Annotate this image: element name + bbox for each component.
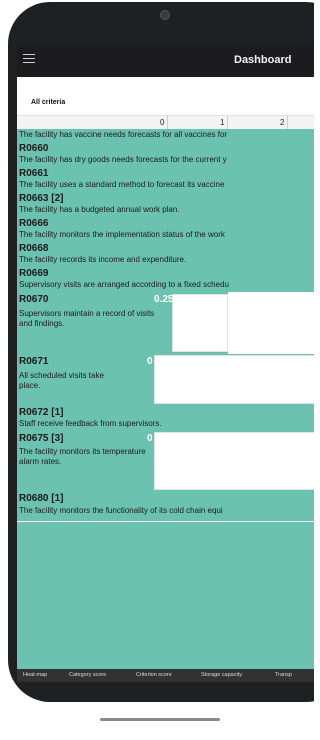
tab-category-score[interactable]: Category score	[69, 672, 106, 678]
criterion-description: The facility has a budgeted annual work …	[19, 205, 180, 214]
top-app-bar: Dashboard	[17, 45, 314, 77]
criterion-description: The facility records its income and expe…	[19, 255, 187, 264]
home-indicator	[100, 718, 220, 721]
criterion-code: R0663 [2]	[19, 193, 64, 204]
criteria-list: The facility has vaccine needs forecasts…	[17, 129, 314, 669]
criterion-code: R0671	[19, 356, 49, 367]
axis-tick-label: 0	[160, 118, 165, 127]
axis-gridline	[167, 116, 168, 130]
axis-tick-label: 2	[280, 118, 285, 127]
criterion-row[interactable]: R0666 The facility monitors the implemen…	[17, 216, 314, 242]
criterion-description: Supervisory visits are arranged accordin…	[19, 280, 229, 289]
heatmap-cell[interactable]	[228, 292, 314, 354]
criterion-description: The facility has vaccine needs forecasts…	[19, 130, 228, 139]
criterion-row[interactable]: R0670 0.25 Supervisors maintain a record…	[17, 292, 314, 355]
criterion-score: 0.25	[154, 294, 174, 305]
page-title: Dashboard	[234, 54, 292, 66]
criterion-description: All scheduled visits take place.	[19, 371, 104, 390]
criterion-score: 0	[147, 433, 153, 444]
criterion-code: R0680 [1]	[19, 493, 64, 504]
criterion-row[interactable]: R0680 [1] The facility monitors the func…	[17, 491, 314, 522]
tab-transport[interactable]: Transp	[275, 672, 292, 678]
criterion-code: R0666	[19, 218, 49, 229]
criterion-description: The facility has dry goods needs forecas…	[19, 155, 227, 164]
criterion-code: R0661	[19, 168, 49, 179]
criterion-row[interactable]: R0672 [1] Staff receive feedback from su…	[17, 405, 314, 432]
criterion-description: The facility monitors its temperature al…	[19, 447, 146, 466]
criterion-code: R0668	[19, 243, 49, 254]
criterion-row[interactable]: R0668 The facility records its income an…	[17, 241, 314, 267]
axis-tick-label: 1	[220, 118, 225, 127]
criterion-code: R0675 [3]	[19, 433, 64, 444]
criterion-code: R0672 [1]	[19, 407, 64, 418]
criterion-row[interactable]: R0660 The facility has dry goods needs f…	[17, 141, 314, 167]
criterion-code: R0669	[19, 268, 49, 279]
criterion-description: The facility monitors the implementation…	[19, 230, 225, 239]
criterion-score: 0	[147, 356, 153, 367]
criterion-description: Supervisors maintain a record of visits …	[19, 309, 155, 328]
heatmap-cell[interactable]	[172, 294, 228, 352]
criterion-row[interactable]: R0663 [2] The facility has a budgeted an…	[17, 191, 314, 217]
tab-storage-capacity[interactable]: Storage capacity	[201, 672, 242, 678]
axis-gridline	[227, 116, 228, 130]
hamburger-menu-icon[interactable]	[23, 54, 35, 66]
app-screen: Dashboard All criteria 0 1 2 The facilit…	[17, 45, 314, 682]
heatmap-cell[interactable]	[154, 355, 314, 404]
tablet-device: Dashboard All criteria 0 1 2 The facilit…	[0, 0, 314, 740]
criteria-filter-label[interactable]: All criteria	[31, 99, 65, 106]
criterion-row[interactable]: R0675 [3] 0 The facility monitors its te…	[17, 431, 314, 492]
axis-gridline	[287, 116, 288, 130]
criterion-description: The facility uses a standard method to f…	[19, 180, 225, 189]
bottom-tab-bar: Heat-map Category score Criterion score …	[17, 669, 314, 682]
criterion-row[interactable]: R0671 0 All scheduled visits take place.	[17, 354, 314, 406]
heatmap-cell[interactable]	[154, 432, 314, 490]
criterion-code: R0670	[19, 294, 49, 305]
camera-icon	[160, 10, 170, 20]
criterion-row[interactable]: R0669 Supervisory visits are arranged ac…	[17, 266, 314, 293]
criterion-description: The facility monitors the functionality …	[19, 506, 223, 515]
criterion-code: R0660	[19, 143, 49, 154]
tab-criterion-score[interactable]: Criterion score	[136, 672, 172, 678]
tab-heat-map[interactable]: Heat-map	[23, 672, 47, 678]
criterion-description: Staff receive feedback from supervisors.	[19, 419, 162, 428]
criterion-row[interactable]: R0661 The facility uses a standard metho…	[17, 166, 314, 192]
